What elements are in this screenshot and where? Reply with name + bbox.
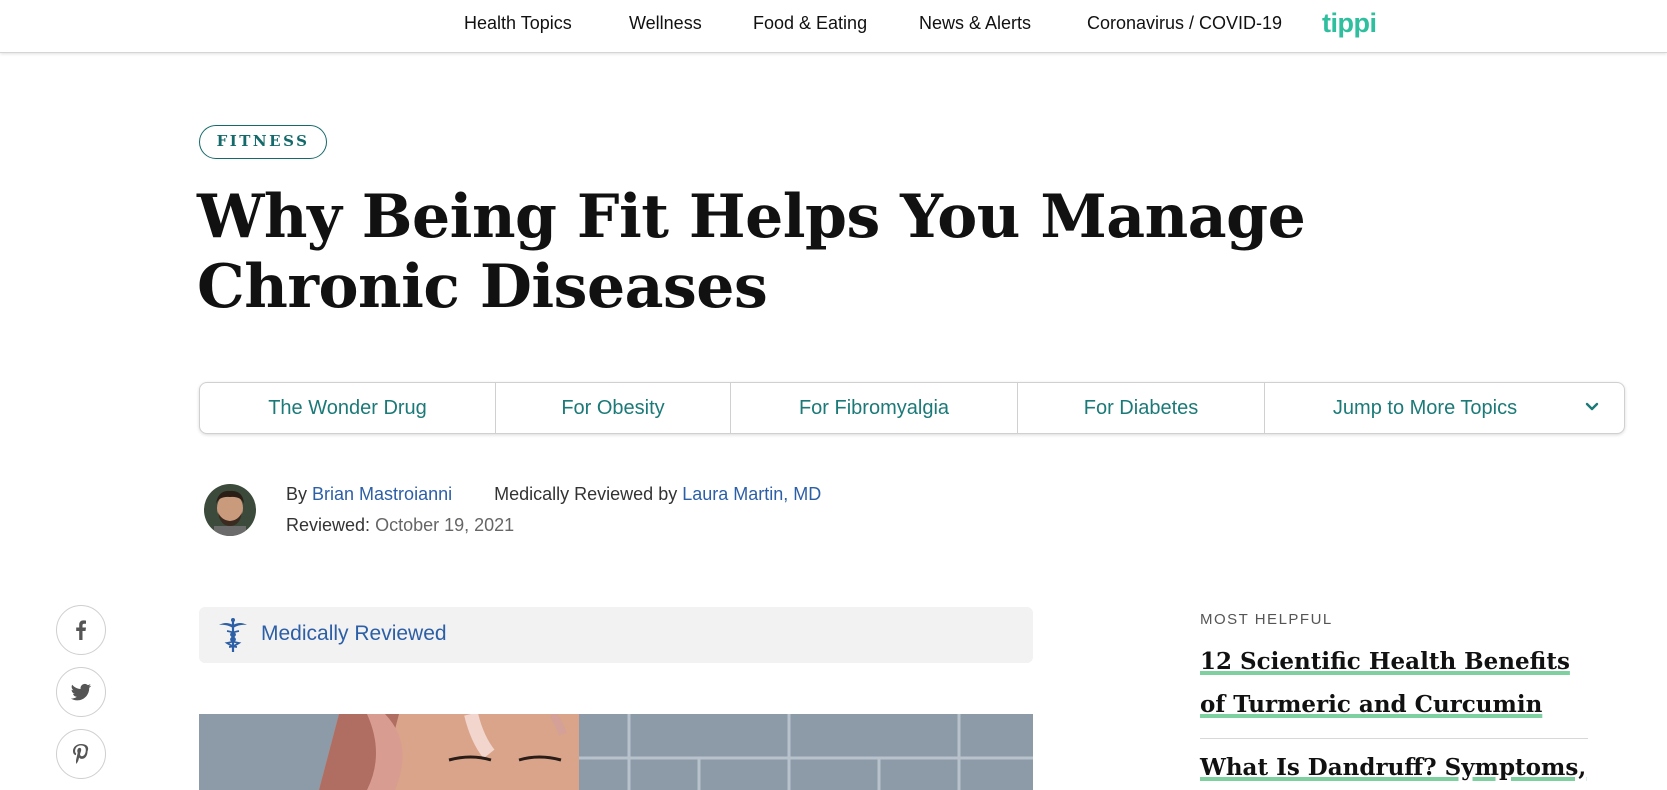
toc-jump-to-more-topics[interactable]: Jump to More Topics <box>1265 383 1585 433</box>
caduceus-icon <box>219 618 247 652</box>
author-avatar[interactable] <box>204 484 256 536</box>
nav-health-topics[interactable]: Health Topics <box>464 13 572 34</box>
sidebar-link-turmeric[interactable]: 12 Scientific Health Benefits of Turmeri… <box>1200 640 1590 726</box>
sidebar-link-text: 12 Scientific Health Benefits of Turmeri… <box>1200 648 1570 718</box>
top-navigation: Health Topics Wellness Food & Eating New… <box>0 0 1667 53</box>
reviewed-date: October 19, 2021 <box>375 515 515 535</box>
chevron-down-icon[interactable] <box>1582 397 1602 417</box>
nav-coronavirus[interactable]: Coronavirus / COVID-19 <box>1087 13 1282 34</box>
toc-for-diabetes[interactable]: For Diabetes <box>1018 383 1264 433</box>
category-tag[interactable]: FITNESS <box>199 125 327 159</box>
toc-for-fibromyalgia[interactable]: For Fibromyalgia <box>731 383 1017 433</box>
medically-reviewed-banner[interactable]: Medically Reviewed <box>199 607 1033 663</box>
most-helpful-heading: MOST HELPFUL <box>1200 611 1333 628</box>
toc-the-wonder-drug[interactable]: The Wonder Drug <box>200 383 495 433</box>
author-link[interactable]: Brian Mastroianni <box>312 484 452 504</box>
sidebar-link-dandruff[interactable]: What Is Dandruff? Symptoms, <box>1200 746 1590 789</box>
nav-news-alerts[interactable]: News & Alerts <box>919 13 1031 34</box>
by-prefix: By <box>286 484 308 504</box>
reviewed-by-prefix: Medically Reviewed by <box>494 484 678 504</box>
article-title: Why Being Fit Helps You Manage Chronic D… <box>197 182 1306 322</box>
reviewed-label: Reviewed: <box>286 515 371 535</box>
byline: By Brian Mastroianni Medically Reviewed … <box>286 484 821 505</box>
article-hero-image <box>199 714 1033 790</box>
facebook-icon <box>76 620 86 640</box>
facebook-share-button[interactable] <box>56 605 106 655</box>
pinterest-icon <box>73 744 89 764</box>
reviewer-link[interactable]: Laura Martin, MD <box>682 484 821 504</box>
sidebar-divider <box>1200 738 1588 739</box>
tippi-logo[interactable]: tippi <box>1322 8 1377 39</box>
medically-reviewed-label: Medically Reviewed <box>261 622 447 645</box>
nav-food-eating[interactable]: Food & Eating <box>753 13 867 34</box>
nav-wellness[interactable]: Wellness <box>629 13 702 34</box>
toc-for-obesity[interactable]: For Obesity <box>496 383 730 433</box>
twitter-icon <box>70 683 92 701</box>
topic-jump-bar: The Wonder Drug For Obesity For Fibromya… <box>199 382 1625 434</box>
reviewed-date-line: Reviewed: October 19, 2021 <box>286 515 514 536</box>
sidebar-link-text: What Is Dandruff? Symptoms, <box>1200 754 1587 781</box>
pinterest-share-button[interactable] <box>56 729 106 779</box>
twitter-share-button[interactable] <box>56 667 106 717</box>
